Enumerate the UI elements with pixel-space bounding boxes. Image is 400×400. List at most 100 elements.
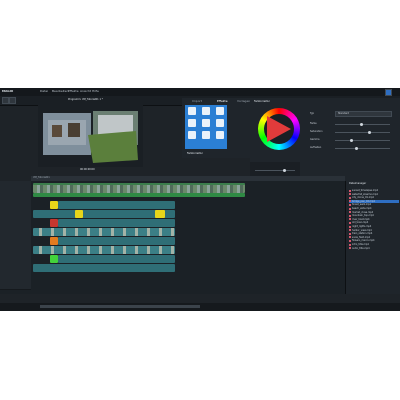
media-item[interactable]: snow_field.mp4 — [349, 236, 370, 239]
media-item[interactable]: outro_title.mp4 — [349, 247, 370, 250]
media-item-label: intro_title.mp4 — [352, 243, 369, 246]
clip-icon — [349, 225, 351, 228]
brighten-slider-knob[interactable] — [355, 147, 358, 150]
menu-item-edit[interactable]: Bearbeiten — [52, 89, 68, 94]
saturation-slider[interactable] — [335, 132, 390, 133]
label-saturation: Saturation — [310, 130, 323, 133]
label-type: Typ — [310, 112, 315, 115]
media-item[interactable]: city_drone_01.mp4 — [349, 196, 374, 199]
tab-import[interactable]: Import — [192, 99, 202, 103]
undo-icon[interactable] — [2, 97, 9, 104]
color-triangle[interactable] — [267, 116, 291, 142]
media-item[interactable]: bridge_pan_02.mp4 — [349, 199, 399, 203]
gamma-slider[interactable] — [335, 140, 390, 141]
track-header-12[interactable] — [0, 280, 31, 290]
clip-yellow-3[interactable] — [155, 210, 165, 218]
clip-yellow-2[interactable] — [75, 210, 83, 218]
media-item-label: bridge_pan_02.mp4 — [352, 199, 375, 203]
horizontal-scrollbar[interactable] — [40, 305, 200, 308]
media-item-label: mountain_top.mp4 — [352, 214, 374, 218]
clip-icon — [349, 229, 351, 232]
clip-teal-6[interactable] — [33, 264, 175, 272]
media-item[interactable]: harbor_view.mp4 — [349, 229, 372, 232]
color-slider-knob[interactable] — [360, 123, 363, 126]
media-item-label: outro_title.mp4 — [352, 246, 370, 250]
media-item-label: harbor_view.mp4 — [352, 228, 372, 232]
timeline-tracks — [0, 181, 345, 294]
media-item[interactable]: night_lights.mp4 — [349, 225, 371, 228]
media-item-label: night_lights.mp4 — [352, 225, 372, 228]
effects-icons — [188, 107, 224, 139]
clip-teal-2[interactable] — [33, 210, 175, 218]
media-item-label: flowers_macro.mp4 — [352, 239, 375, 243]
type-dropdown[interactable]: Standard — [335, 111, 392, 117]
media-item-label: city_drone_01.mp4 — [352, 196, 374, 200]
media-item[interactable]: market_close.mp4 — [349, 211, 373, 214]
media-item[interactable]: mountain_top.mp4 — [349, 214, 374, 217]
media-item-label: waterfall_slowmo.mp4 — [352, 192, 378, 196]
menu-item-help[interactable]: Hilfe — [92, 89, 99, 94]
clip-icon — [349, 232, 351, 235]
gamma-slider-knob[interactable] — [350, 139, 353, 142]
media-item[interactable]: waterfall_slowmo.mp4 — [349, 193, 378, 196]
properties-title: Farbkorrektur — [254, 100, 271, 103]
clip-red-1[interactable] — [50, 219, 58, 227]
media-item-label: sunset_timelapse.mp4 — [352, 189, 378, 192]
media-item[interactable]: sunset_timelapse.mp4 — [349, 189, 378, 192]
clip-icon — [349, 247, 351, 250]
transport-controls: 00:00:00:00 — [50, 168, 140, 174]
clip-lime-1[interactable] — [50, 255, 58, 263]
clip-teal-5[interactable] — [58, 255, 175, 263]
clip-icon — [349, 221, 351, 224]
clip-icon — [349, 196, 351, 199]
clip-icon — [349, 214, 351, 217]
clip-orange-1[interactable] — [50, 237, 58, 245]
clip-icon — [349, 239, 351, 242]
status-bar — [0, 303, 400, 311]
clip-icon — [349, 193, 351, 196]
help-icon[interactable] — [385, 89, 392, 96]
label-brighten: Aufhellen — [310, 146, 322, 149]
clip-icon — [349, 189, 351, 192]
clip-audio-main[interactable] — [33, 193, 245, 197]
media-item[interactable]: flowers_macro.mp4 — [349, 239, 375, 242]
clip-photos-2[interactable] — [33, 246, 175, 254]
clip-teal-1[interactable] — [58, 201, 175, 209]
media-item-label: forest_walk.mp4 — [352, 203, 371, 207]
media-header: Dateimanager — [349, 182, 367, 185]
preview-monitor[interactable] — [38, 105, 143, 167]
brighten-slider[interactable] — [335, 148, 390, 149]
saturation-slider-knob[interactable] — [368, 131, 371, 134]
media-item[interactable]: train_station.mp4 — [349, 232, 372, 235]
tab-templates[interactable]: Vorlagen — [237, 99, 250, 103]
menu-item-file[interactable]: Datei — [40, 89, 48, 94]
redo-icon[interactable] — [9, 97, 16, 104]
media-item[interactable]: intro_title.mp4 — [349, 243, 369, 246]
clip-teal-3[interactable] — [58, 219, 175, 227]
menu-item-view[interactable]: Ansicht — [80, 89, 91, 94]
properties-panel: Farbkorrektur Typ Farbe Saturation Gamma… — [250, 98, 400, 188]
clip-icon — [349, 243, 351, 246]
clip-video-main[interactable] — [33, 183, 245, 193]
secondary-slider-1[interactable] — [255, 170, 295, 171]
media-item-label: river_boat.mp4 — [352, 217, 370, 221]
menu-bar: MAGIX Datei Bearbeiten Effekte Ansicht H… — [0, 88, 400, 96]
label-color: Farbe — [310, 122, 317, 125]
clip-yellow-1[interactable] — [50, 201, 58, 209]
secondary-slider-1-knob[interactable] — [283, 169, 286, 172]
clip-icon — [349, 200, 351, 203]
preview-image — [38, 105, 143, 167]
media-item[interactable]: old_town.mp4 — [349, 221, 368, 224]
clip-photos-1[interactable] — [33, 228, 175, 236]
media-item-label: old_town.mp4 — [352, 221, 369, 225]
clip-icon — [349, 211, 351, 214]
menu-item-effects[interactable]: Effekte — [68, 89, 79, 94]
media-item[interactable]: beach_wide.mp4 — [349, 207, 371, 210]
media-item[interactable]: forest_walk.mp4 — [349, 203, 371, 206]
media-item[interactable]: river_boat.mp4 — [349, 218, 370, 221]
app-logo: MAGIX — [2, 89, 14, 93]
label-gamma: Gamma — [310, 138, 320, 141]
timecode: 00:00:00:00 — [80, 168, 95, 171]
tab-effects[interactable]: Effekte — [217, 99, 228, 103]
clip-teal-4[interactable] — [58, 237, 175, 245]
